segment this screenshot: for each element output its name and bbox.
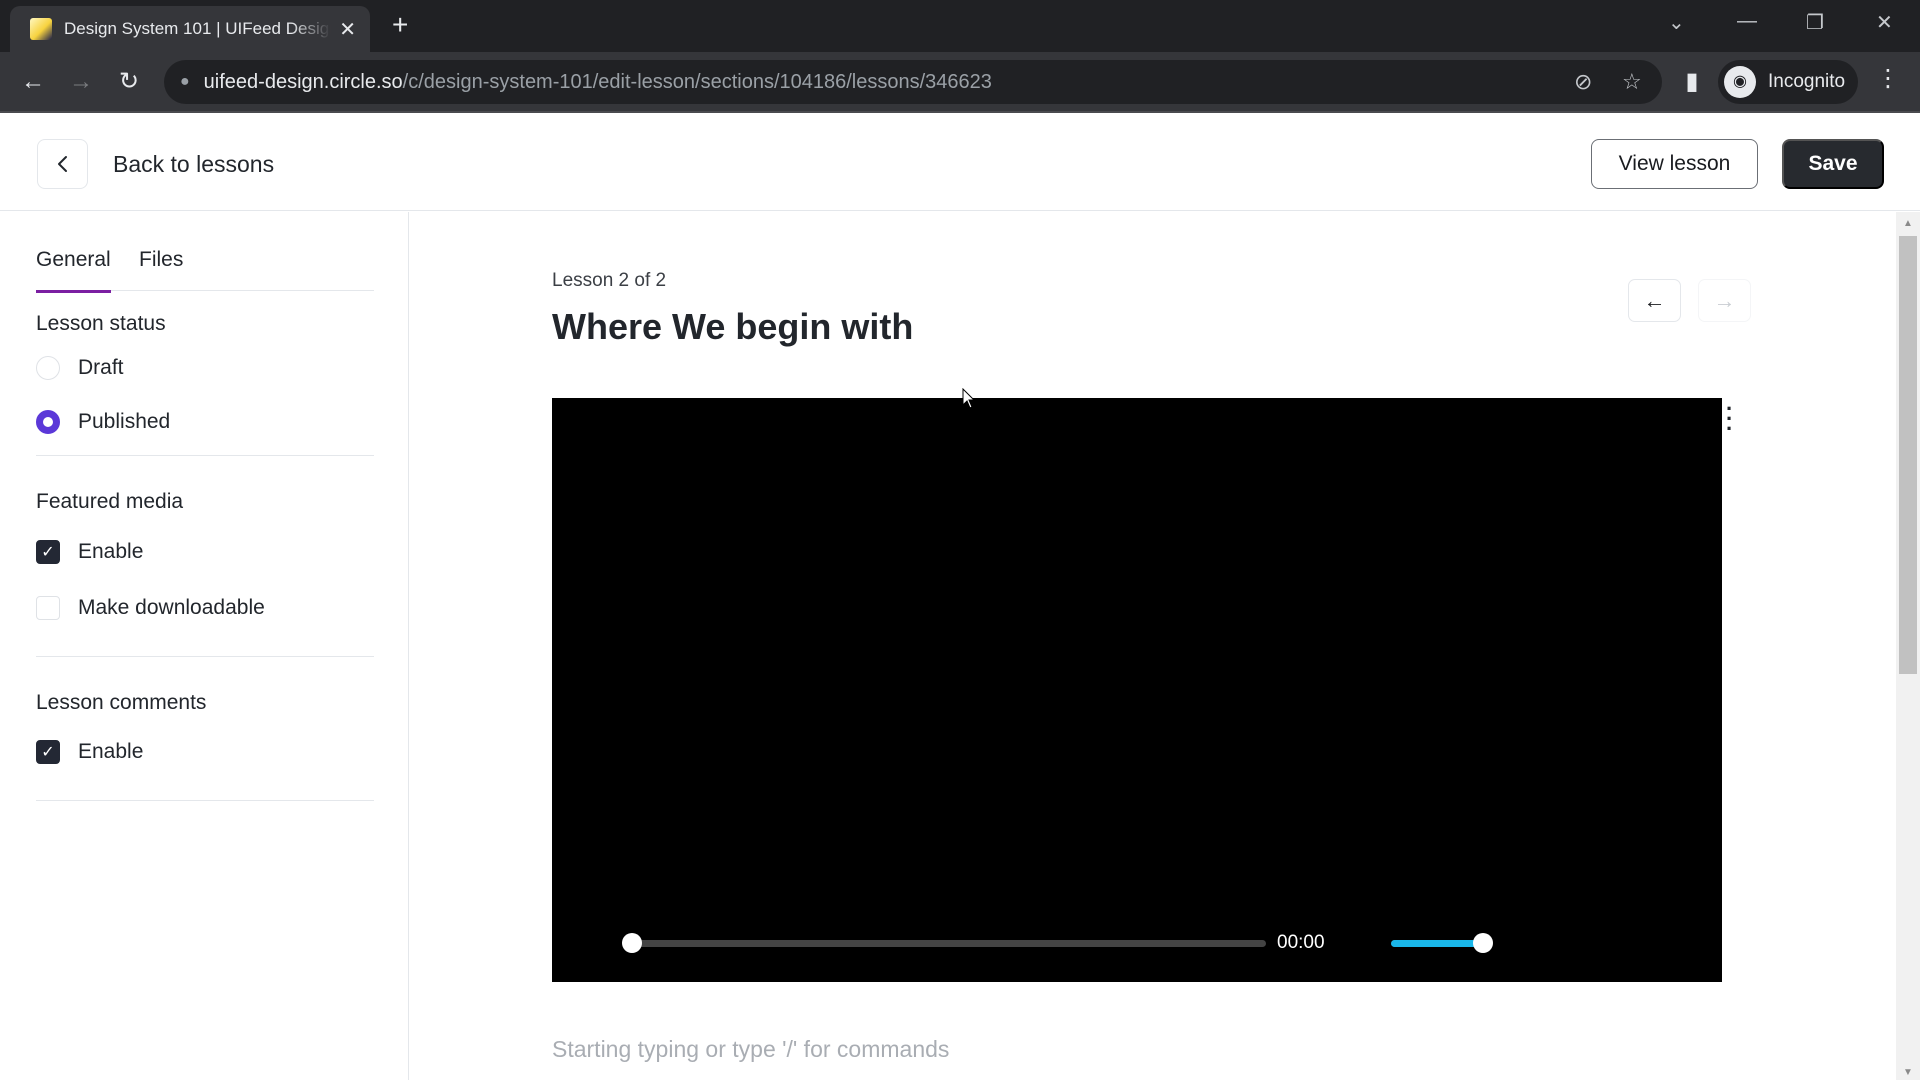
- volume-fill: [1391, 940, 1483, 947]
- restore-icon[interactable]: ❐: [1806, 10, 1824, 35]
- tab-search-icon[interactable]: ⌄: [1668, 10, 1685, 35]
- incognito-profile[interactable]: ◉ Incognito: [1718, 60, 1858, 104]
- reload-icon[interactable]: ↻: [112, 65, 146, 99]
- lesson-status-heading: Lesson status: [36, 312, 166, 335]
- incognito-icon: ◉: [1724, 66, 1756, 98]
- mouse-cursor-icon: [962, 388, 976, 409]
- side-panel-icon[interactable]: ▮: [1675, 65, 1709, 99]
- radio-checked[interactable]: [36, 410, 60, 434]
- checkmark-icon[interactable]: ✓: [36, 740, 60, 764]
- settings-tabs: General Files: [36, 234, 374, 293]
- checkmark-icon[interactable]: ✓: [36, 540, 60, 564]
- lesson-comments-heading: Lesson comments: [36, 691, 207, 714]
- browser-toolbar: ← → ↻ ● uifeed-design.circle.so/c/design…: [0, 52, 1920, 113]
- url-path: /c/design-system-101/edit-lesson/section…: [402, 70, 992, 93]
- published-label: Published: [78, 410, 171, 433]
- browser-tab[interactable]: Design System 101 | UIFeed Design ✕: [10, 6, 370, 52]
- scroll-up-icon[interactable]: ▲: [1903, 218, 1913, 229]
- draft-label: Draft: [78, 356, 124, 379]
- back-button[interactable]: [37, 139, 88, 189]
- incognito-label: Incognito: [1768, 71, 1846, 92]
- lesson-comments-enable-checkbox[interactable]: ✓ Enable: [36, 740, 143, 764]
- scroll-down-icon[interactable]: ▼: [1903, 1067, 1913, 1078]
- next-lesson-button[interactable]: →: [1698, 279, 1751, 322]
- arrow-right-icon: →: [1713, 287, 1736, 313]
- site-favicon-icon: [30, 18, 52, 40]
- page-scrollbar[interactable]: ▲ ▼: [1896, 212, 1920, 1080]
- enable-label: Enable: [78, 740, 144, 763]
- volume-thumb[interactable]: [1473, 933, 1493, 953]
- make-downloadable-label: Make downloadable: [78, 596, 265, 619]
- more-options-icon[interactable]: · · ·: [1726, 398, 1733, 440]
- lesson-position: Lesson 2 of 2: [552, 270, 667, 291]
- status-published-radio[interactable]: Published: [36, 410, 170, 434]
- make-downloadable-checkbox[interactable]: Make downloadable: [36, 596, 265, 620]
- window-close-icon[interactable]: ✕: [1876, 10, 1893, 35]
- previous-lesson-button[interactable]: ←: [1628, 279, 1681, 322]
- video-progress-thumb[interactable]: [622, 933, 642, 953]
- enable-label: Enable: [78, 540, 144, 563]
- view-lesson-button[interactable]: View lesson: [1591, 139, 1758, 189]
- minimize-icon[interactable]: —: [1737, 10, 1757, 33]
- browser-back-icon[interactable]: ←: [16, 65, 50, 99]
- tab-title: Design System 101 | UIFeed Design: [64, 19, 332, 38]
- lesson-settings-sidebar: General Files Lesson status Draft Publis…: [0, 212, 409, 1080]
- chevron-left-icon: [57, 156, 67, 172]
- checkbox-unchecked[interactable]: [36, 596, 60, 620]
- featured-media-heading: Featured media: [36, 490, 184, 513]
- divider: [36, 455, 374, 456]
- featured-media-enable-checkbox[interactable]: ✓ Enable: [36, 540, 143, 564]
- divider: [36, 800, 374, 801]
- video-time: 00:00: [1277, 932, 1325, 953]
- lesson-body-editor[interactable]: Starting typing or type '/' for commands: [552, 1036, 949, 1063]
- tab-close-icon[interactable]: ✕: [339, 17, 356, 42]
- radio-unchecked[interactable]: [36, 356, 60, 380]
- video-progress-bar[interactable]: [632, 940, 1266, 947]
- lesson-title[interactable]: Where We begin with: [552, 306, 913, 348]
- tab-files[interactable]: Files: [139, 248, 183, 290]
- browser-tab-bar: Design System 101 | UIFeed Design ✕ + ⌄ …: [0, 0, 1920, 52]
- status-draft-radio[interactable]: Draft: [36, 356, 124, 380]
- address-bar[interactable]: ● uifeed-design.circle.so/c/design-syste…: [164, 60, 1662, 104]
- url-host: uifeed-design.circle.so: [203, 70, 403, 93]
- divider: [36, 656, 374, 657]
- save-button[interactable]: Save: [1782, 139, 1884, 189]
- browser-forward-icon[interactable]: →: [64, 65, 98, 99]
- page-header: Back to lessons View lesson Save: [0, 115, 1920, 211]
- back-to-lessons-link[interactable]: Back to lessons: [113, 151, 274, 178]
- tab-general[interactable]: General: [36, 248, 111, 293]
- arrow-left-icon: ←: [1643, 287, 1666, 313]
- video-player[interactable]: [552, 398, 1722, 982]
- scrollbar-thumb[interactable]: [1899, 236, 1917, 674]
- browser-menu-icon[interactable]: ⋮: [1876, 64, 1900, 93]
- lock-icon[interactable]: ●: [180, 73, 190, 91]
- bookmark-star-icon[interactable]: ☆: [1622, 69, 1642, 95]
- volume-slider[interactable]: [1391, 940, 1483, 947]
- eye-off-icon[interactable]: ⊘: [1574, 69, 1592, 95]
- new-tab-button[interactable]: +: [392, 10, 408, 40]
